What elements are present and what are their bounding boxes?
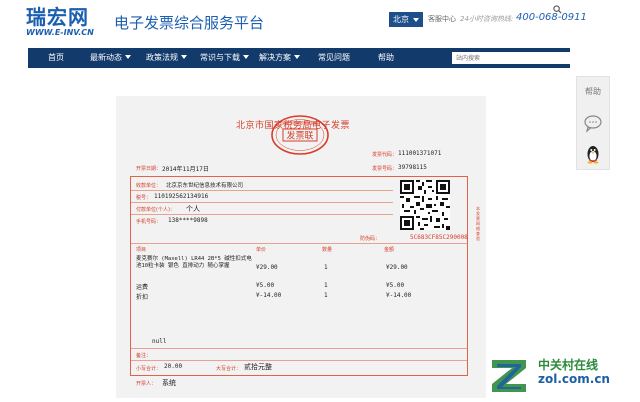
nav-label: 帮助 <box>378 53 394 62</box>
floating-side-panel: 帮助 <box>576 76 610 170</box>
item-qty: 1 <box>324 282 328 289</box>
item-qty: 1 <box>324 264 328 271</box>
site-logo[interactable]: 瑞宏网 WWW.E-INV.CN <box>26 6 114 40</box>
nav-help[interactable]: 帮助 <box>378 48 394 68</box>
nav-news[interactable]: 最新动态 <box>90 48 131 68</box>
seller-label: 收款单位： <box>136 183 162 189</box>
item-description: 麦克赛尔 (Maxell) LR44 2B*5 碱性扣式电池10粒卡装 银色 直… <box>136 256 252 269</box>
city-label: 北京 <box>393 15 409 24</box>
divider <box>131 348 467 349</box>
issuer-label: 开票人： <box>136 381 157 387</box>
phone-number: 138****9898 <box>168 217 208 224</box>
zol-logo-icon <box>492 360 526 392</box>
col-amount-header: 金额 <box>384 247 395 253</box>
nav-faq[interactable]: 常见问题 <box>318 48 350 68</box>
chevron-down-icon <box>413 18 419 22</box>
watermark-cn: 中关村在线 <box>538 358 599 372</box>
nav-label: 政策法规 <box>146 53 178 62</box>
chevron-down-icon <box>125 55 131 59</box>
issuer-name: 系统 <box>162 379 176 387</box>
chat-bubble-icon[interactable] <box>577 108 609 138</box>
service-center-link[interactable]: 客服中心 <box>428 14 456 24</box>
total-big: 贰拾元整 <box>244 363 272 371</box>
hotline-number: 400-068-0911 <box>516 12 587 23</box>
tax-seal-stamp: 发票联 北京市国家税务局监制 <box>271 115 329 155</box>
help-button[interactable]: 帮助 <box>577 77 609 107</box>
col-item-header: 项目 <box>136 247 147 253</box>
payer-name: 个人 <box>186 205 200 213</box>
nav-label: 最新动态 <box>90 53 122 62</box>
total-big-label: 大写合计： <box>216 366 242 372</box>
issue-date-label: 开票日期： <box>136 166 162 172</box>
item-description: 折扣 <box>136 294 149 301</box>
qr-code <box>400 180 450 230</box>
col-qty-header: 数量 <box>322 247 333 253</box>
item-amount: ¥29.00 <box>386 264 408 271</box>
nav-label: 常识与下载 <box>200 53 240 62</box>
item-price: ¥5.00 <box>256 282 275 289</box>
site-title: 电子发票综合服务平台 <box>114 14 265 32</box>
issue-date: 2014年11月17日 <box>162 166 209 173</box>
nav-solutions[interactable]: 解决方案 <box>259 48 300 68</box>
nav-label: 常见问题 <box>318 53 350 62</box>
item-price: ¥-14.00 <box>256 292 282 299</box>
qq-penguin-icon[interactable] <box>577 139 609 169</box>
invoice-number: 39798115 <box>398 164 427 171</box>
logo-text: 瑞宏网 <box>26 5 89 29</box>
search-icon[interactable] <box>553 5 562 14</box>
verify-code: 5C683CF85C290008 <box>410 234 468 241</box>
payer-label: 付款单位(个人)： <box>136 207 175 213</box>
item-amount: ¥5.00 <box>386 282 405 289</box>
nav-label: 首页 <box>48 53 64 62</box>
divider <box>131 243 467 244</box>
divider <box>131 202 393 203</box>
invoice-code-label: 发票代码： <box>372 152 398 158</box>
remark-label: 备注： <box>136 353 152 359</box>
chevron-down-icon <box>181 55 187 59</box>
watermark-en: zol.com.cn <box>538 372 610 386</box>
divider <box>131 214 393 215</box>
tax-no: 110192562134916 <box>154 193 209 200</box>
side-note: 本发票网络查验 <box>476 206 480 241</box>
col-price-header: 单价 <box>256 247 267 253</box>
nav-label: 解决方案 <box>259 53 291 62</box>
chevron-down-icon <box>294 55 300 59</box>
stamp-center-text: 发票联 <box>286 130 313 142</box>
site-search-input[interactable] <box>452 52 592 64</box>
seller-name: 北京京东世纪信息技术有限公司 <box>166 183 244 189</box>
total-small: 20.00 <box>164 363 183 370</box>
phone-label: 手机号码： <box>136 219 162 225</box>
item-qty: 1 <box>324 292 328 299</box>
null-text: null <box>152 338 167 345</box>
item-amount: ¥-14.00 <box>386 292 412 299</box>
city-selector[interactable]: 北京 <box>389 12 423 27</box>
item-price: ¥29.00 <box>256 264 278 271</box>
nav-home[interactable]: 首页 <box>48 48 64 68</box>
divider <box>131 360 467 361</box>
invoice-number-label: 发票号码： <box>372 166 398 172</box>
stamp-ring-text: 北京市国家税务局监制 <box>283 120 318 125</box>
logo-url: WWW.E-INV.CN <box>26 28 94 37</box>
verify-code-label: 防伪码： <box>360 236 381 242</box>
chevron-down-icon <box>243 55 249 59</box>
divider <box>131 190 393 191</box>
nav-downloads[interactable]: 常识与下载 <box>200 48 249 68</box>
invoice-code: 111001371071 <box>398 150 442 157</box>
main-nav: 首页 最新动态 政策法规 常识与下载 解决方案 常见问题 帮助 <box>28 48 592 68</box>
total-small-label: 小写合计： <box>136 366 162 372</box>
hotline-label: 24小时咨询热线: <box>460 15 514 23</box>
item-description: 运费 <box>136 284 149 291</box>
tax-no-label: 税号： <box>136 195 152 201</box>
nav-policy[interactable]: 政策法规 <box>146 48 187 68</box>
